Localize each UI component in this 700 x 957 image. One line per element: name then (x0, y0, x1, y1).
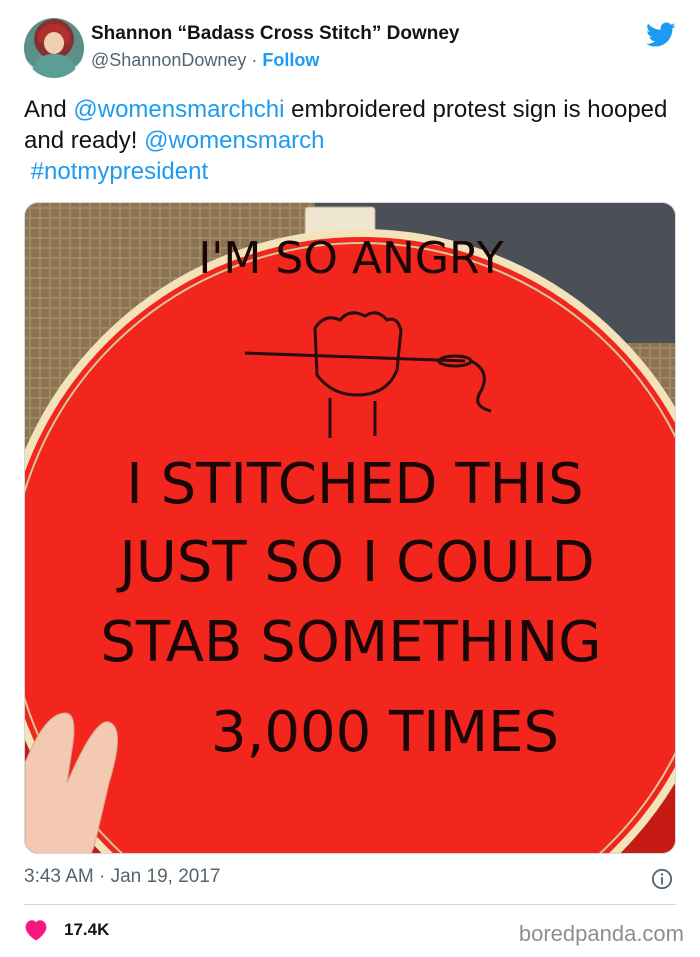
mention-womensmarchchi[interactable]: @womensmarchchi (73, 96, 284, 123)
like-count: 17.4K (64, 920, 110, 939)
heart-icon[interactable] (24, 919, 48, 941)
embroidery-line-2: I STITCHED THIS (126, 452, 583, 517)
tweet-text: And @womensmarchchi embroidered protest … (24, 94, 674, 187)
embroidery-line-3: JUST SO I COULD (116, 530, 594, 595)
embroidery-line-1: I'M SO ANGRY (198, 233, 503, 284)
author-handle[interactable]: @ShannonDowney (91, 50, 246, 70)
follow-button[interactable]: Follow (262, 50, 319, 70)
author-avatar[interactable] (24, 18, 84, 78)
tweet-text-part: And (24, 96, 74, 123)
mention-womensmarch[interactable]: @womensmarch (144, 127, 324, 154)
separator-dot: · (251, 50, 258, 70)
watermark: boredpanda.com (518, 921, 684, 946)
embroidery-line-4: STAB SOMETHING (100, 610, 601, 675)
tweet-header: Shannon “Badass Cross Stitch” Downey @Sh… (24, 18, 684, 80)
tweet-timestamp[interactable]: 3:43 AM · Jan 19, 2017 (24, 866, 220, 888)
embroidery-line-5: 3,000 TIMES (211, 700, 559, 765)
divider (24, 904, 676, 905)
info-icon[interactable] (651, 868, 673, 890)
hashtag-notmypresident[interactable]: #notmypresident (31, 158, 208, 185)
twitter-bird-icon[interactable] (646, 22, 676, 48)
author-display-name[interactable]: Shannon “Badass Cross Stitch” Downey (91, 23, 459, 45)
author-handle-row: @ShannonDowney · Follow (91, 50, 319, 71)
like-action[interactable]: 17.4K (24, 917, 109, 943)
tweet-photo[interactable]: I'M SO ANGRY I STITCHED THIS JUST SO I C… (24, 202, 676, 854)
embroidery-hoop-photo: I'M SO ANGRY I STITCHED THIS JUST SO I C… (25, 203, 675, 853)
